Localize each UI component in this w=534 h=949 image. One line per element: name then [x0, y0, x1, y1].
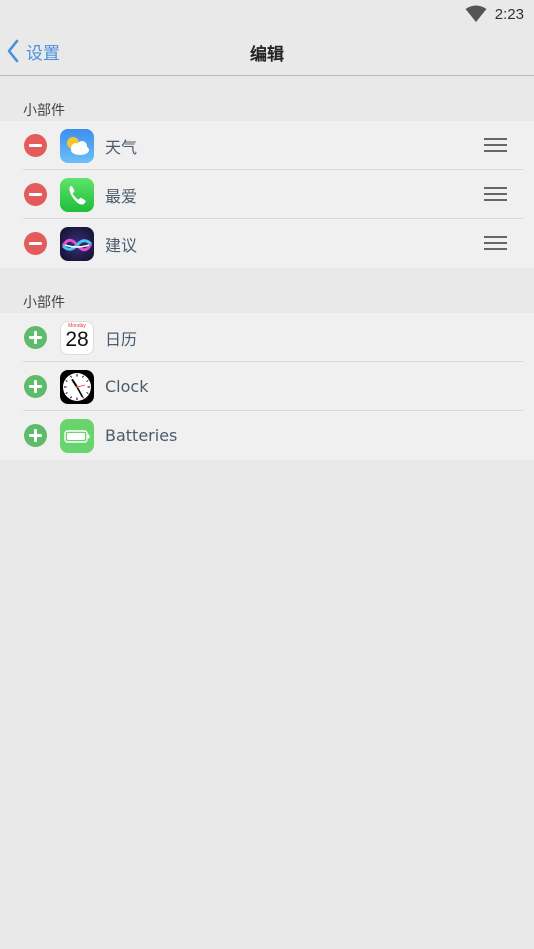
page-title: 编辑	[250, 45, 284, 65]
list-item-suggestions: 建议	[0, 219, 534, 268]
battery-icon	[60, 418, 94, 453]
add-button[interactable]	[24, 375, 47, 398]
clock-icon	[60, 369, 94, 404]
section-header-available: 小部件	[23, 295, 65, 311]
remove-button[interactable]	[24, 232, 47, 255]
list-item-label: Clock	[105, 377, 149, 396]
weather-icon	[60, 128, 94, 163]
add-button[interactable]	[24, 326, 47, 349]
add-button[interactable]	[24, 424, 47, 447]
list-item-batteries: Batteries	[0, 411, 534, 460]
list-item-label: Batteries	[105, 426, 178, 445]
section-header-active: 小部件	[23, 103, 65, 119]
wifi-icon	[465, 5, 487, 22]
status-time: 2:23	[494, 5, 524, 23]
list-item-calendar: Monday 28 日历	[0, 313, 534, 362]
calendar-icon: Monday 28	[60, 320, 94, 355]
calendar-day: 28	[65, 327, 89, 351]
phone-icon	[60, 177, 94, 212]
list-item-weather: 天气	[0, 121, 534, 170]
list-item-label: 建议	[105, 235, 138, 255]
list-item-label: 最爱	[105, 186, 138, 206]
reorder-handle-icon[interactable]	[484, 138, 507, 153]
navigation-bar: 设置 编辑	[0, 28, 534, 76]
list-item-label: 天气	[105, 137, 138, 157]
remove-button[interactable]	[24, 183, 47, 206]
reorder-handle-icon[interactable]	[484, 187, 507, 202]
siri-icon	[60, 226, 94, 261]
list-item-clock: Clock	[0, 362, 534, 411]
status-bar: 2:23	[0, 0, 534, 28]
available-widgets-list: Monday 28 日历 Clock Batteries	[0, 313, 534, 460]
remove-button[interactable]	[24, 134, 47, 157]
list-item-label: 日历	[105, 329, 138, 349]
reorder-handle-icon[interactable]	[484, 236, 507, 251]
active-widgets-list: 天气 最爱 建议	[0, 121, 534, 268]
list-item-favorites: 最爱	[0, 170, 534, 219]
